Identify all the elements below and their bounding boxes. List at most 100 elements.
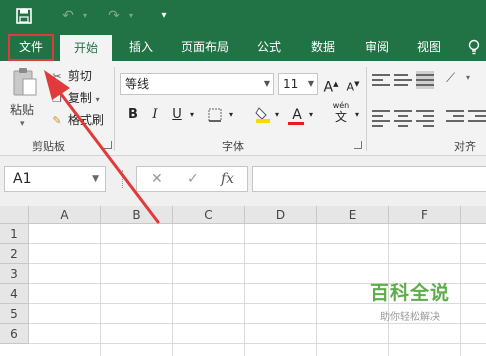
font-size-value: 11: [283, 77, 299, 91]
undo-dropdown-icon[interactable]: ▾: [80, 5, 90, 27]
name-box-value: A1: [13, 171, 32, 187]
align-center-icon[interactable]: [394, 107, 412, 127]
select-all-corner[interactable]: [0, 206, 29, 224]
grow-font-button[interactable]: A▲: [322, 74, 340, 96]
watermark-title: 百科全说: [369, 282, 450, 304]
font-color-button[interactable]: A: [288, 105, 306, 125]
borders-button[interactable]: [206, 105, 224, 125]
borders-icon: [208, 108, 222, 122]
font-size-select[interactable]: 11 ▼: [278, 73, 318, 95]
phonetic-char: 文: [334, 110, 347, 124]
clipboard-launcher-icon[interactable]: [104, 141, 112, 149]
bold-button[interactable]: B: [124, 105, 142, 125]
fill-color-dropdown-icon[interactable]: ▾: [272, 105, 282, 125]
row-header-3[interactable]: 3: [0, 264, 29, 284]
redo-dropdown-icon[interactable]: ▾: [126, 5, 136, 27]
row-header-2[interactable]: 2: [0, 244, 29, 264]
font-color-dropdown-icon[interactable]: ▾: [306, 105, 316, 125]
column-header-c[interactable]: C: [173, 206, 245, 224]
column-header-a[interactable]: A: [29, 206, 101, 224]
column-header-f[interactable]: F: [389, 206, 461, 224]
scissors-icon: ✂: [52, 70, 62, 83]
group-divider: [114, 67, 115, 151]
clipboard-group-label: 剪贴板: [32, 140, 65, 153]
save-icon[interactable]: [14, 5, 34, 27]
paste-icon[interactable]: [12, 67, 38, 97]
shrink-font-button[interactable]: A▼: [344, 74, 362, 94]
paste-dropdown-icon[interactable]: ▾: [20, 119, 25, 129]
font-launcher-icon[interactable]: [354, 141, 362, 149]
phonetic-button[interactable]: wén 文: [330, 101, 352, 124]
chevron-down-icon: ▼: [307, 79, 314, 88]
formula-buttons: ✕ ✓ fx: [136, 166, 248, 192]
group-divider: [366, 67, 367, 151]
gridline: [29, 263, 486, 264]
font-name-value: 等线: [125, 77, 150, 91]
column-header-e[interactable]: E: [317, 206, 389, 224]
tab-review[interactable]: 审阅: [354, 33, 400, 61]
insert-function-icon[interactable]: fx: [221, 171, 234, 187]
underline-dropdown-icon[interactable]: ▾: [187, 105, 197, 125]
column-header-d[interactable]: D: [245, 206, 317, 224]
column-header-g-partial[interactable]: [461, 206, 486, 224]
copy-dropdown-icon[interactable]: ▾: [96, 95, 100, 104]
watermark-subtitle: 助你轻松解决: [380, 312, 440, 323]
customize-icon[interactable]: ▾: [158, 5, 170, 27]
row-header-4[interactable]: 4: [0, 284, 29, 304]
tab-view[interactable]: 视图: [406, 33, 452, 61]
paintbrush-icon: ✎: [52, 114, 62, 127]
decrease-indent-icon[interactable]: [446, 107, 464, 125]
copy-button[interactable]: ❐ 复制 ▾: [50, 89, 100, 107]
phonetic-dropdown-icon[interactable]: ▾: [352, 105, 362, 125]
format-painter-label: 格式刷: [67, 113, 104, 127]
watermark: 百科全说 助你轻松解决: [340, 278, 480, 328]
tab-insert[interactable]: 插入: [118, 33, 164, 61]
orientation-icon[interactable]: ⟋: [446, 71, 464, 89]
redo-icon[interactable]: ↷: [104, 5, 124, 27]
phonetic-pinyin: wén: [332, 101, 350, 110]
formula-input[interactable]: [252, 166, 486, 192]
cancel-icon[interactable]: ✕: [151, 171, 163, 187]
copy-icon: ❐: [52, 92, 62, 105]
font-name-select[interactable]: 等线 ▼: [120, 73, 274, 95]
cut-button[interactable]: ✂ 剪切: [50, 67, 92, 85]
align-middle-icon[interactable]: [394, 71, 412, 89]
font-color-swatch: [288, 122, 304, 125]
paste-button[interactable]: 粘贴: [10, 101, 34, 118]
fill-color-button[interactable]: [254, 105, 272, 125]
align-right-icon[interactable]: [416, 107, 434, 127]
underline-button[interactable]: U: [168, 105, 186, 125]
resize-handle[interactable]: [122, 170, 125, 188]
row-header-5[interactable]: 5: [0, 304, 29, 324]
name-box[interactable]: A1 ▼: [4, 166, 106, 192]
ribbon-home: 粘贴 ▾ ✂ 剪切 ❐ 复制 ▾ ✎ 格式刷 剪贴板 等线 ▼ 11 ▼ A▲ …: [0, 61, 486, 169]
cut-label: 剪切: [67, 69, 92, 83]
font-color-letter: A: [292, 107, 302, 123]
italic-button[interactable]: I: [146, 105, 164, 125]
align-top-icon[interactable]: [372, 71, 390, 89]
borders-dropdown-icon[interactable]: ▾: [226, 105, 236, 125]
orientation-dropdown-icon[interactable]: ▾: [466, 73, 484, 91]
chevron-down-icon: ▼: [92, 174, 99, 184]
tab-data[interactable]: 数据: [300, 33, 346, 61]
copy-label: 复制: [67, 91, 92, 105]
lightbulb-icon[interactable]: [462, 33, 486, 61]
tab-home[interactable]: 开始: [60, 35, 112, 61]
enter-icon[interactable]: ✓: [187, 171, 199, 187]
grow-font-letter: A: [323, 79, 334, 96]
align-bottom-icon[interactable]: [416, 71, 434, 89]
title-bar: ↶ ▾ ↷ ▾ ▾: [0, 0, 486, 33]
tab-formulas[interactable]: 公式: [246, 33, 292, 61]
gridline: [29, 343, 486, 344]
row-header-1[interactable]: 1: [0, 224, 29, 244]
shrink-font-letter: A: [346, 80, 355, 94]
tab-page-layout[interactable]: 页面布局: [172, 33, 238, 61]
row-header-6[interactable]: 6: [0, 324, 29, 344]
column-header-b[interactable]: B: [101, 206, 173, 224]
align-left-icon[interactable]: [372, 107, 390, 127]
increase-indent-icon[interactable]: [468, 107, 486, 125]
undo-icon[interactable]: ↶: [58, 5, 78, 27]
file-tab-highlight: [8, 34, 54, 61]
formula-bar: A1 ▼ ✕ ✓ fx: [0, 156, 486, 206]
format-painter-button[interactable]: ✎ 格式刷: [50, 111, 104, 129]
